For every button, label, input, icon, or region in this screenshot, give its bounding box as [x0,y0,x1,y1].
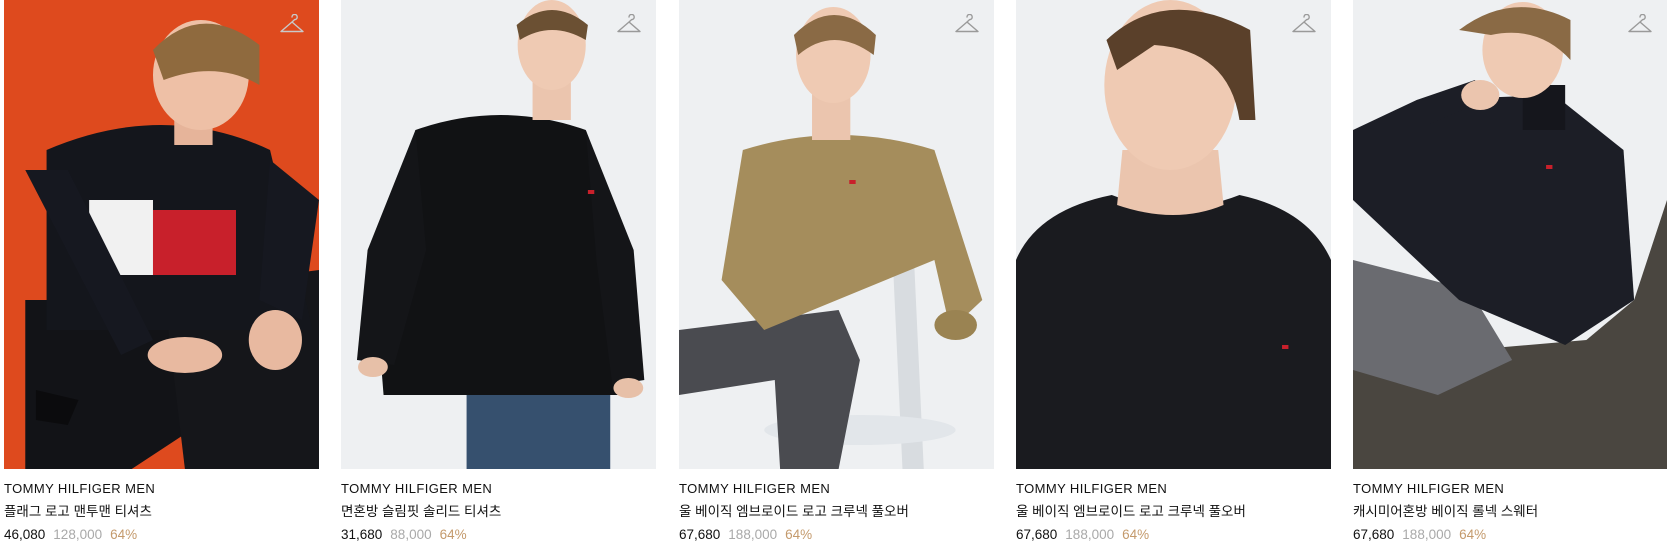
product-brand[interactable]: TOMMY HILFIGER MEN [1353,480,1667,498]
price-row: 46,080 128,000 64% [4,525,319,545]
hanger-icon [1628,14,1652,33]
price-row: 67,680 188,000 64% [1353,525,1667,545]
product-brand[interactable]: TOMMY HILFIGER MEN [1016,480,1331,498]
sale-price: 67,680 [1016,527,1058,542]
product-name[interactable]: 면혼방 슬림핏 솔리드 티셔츠 [341,502,656,522]
product-image[interactable] [1016,0,1331,469]
wishlist-button[interactable] [616,14,642,36]
sale-price: 67,680 [1353,527,1395,542]
original-price: 188,000 [728,527,778,542]
original-price: 188,000 [1065,527,1115,542]
price-row: 67,680 188,000 64% [679,525,994,545]
product-info: TOMMY HILFIGER MEN 울 베이직 엠브로이드 로고 크루넥 풀오… [679,480,994,545]
sale-price: 67,680 [679,527,721,542]
product-brand[interactable]: TOMMY HILFIGER MEN [4,480,319,498]
product-info: TOMMY HILFIGER MEN 플래그 로고 맨투맨 티셔츠 46,080… [4,480,319,545]
hanger-icon [280,14,304,33]
product-brand[interactable]: TOMMY HILFIGER MEN [679,480,994,498]
original-price: 88,000 [390,527,432,542]
product-brand[interactable]: TOMMY HILFIGER MEN [341,480,656,498]
product-info: TOMMY HILFIGER MEN 캐시미어혼방 베이직 롤넥 스웨터 67,… [1353,480,1667,545]
discount-rate: 64% [110,527,138,542]
hanger-icon [617,14,641,33]
product-image[interactable] [341,0,656,469]
product-name[interactable]: 울 베이직 엠브로이드 로고 크루넥 풀오버 [1016,502,1331,522]
discount-rate: 64% [439,527,467,542]
product-name[interactable]: 캐시미어혼방 베이직 롤넥 스웨터 [1353,502,1667,522]
product-info: TOMMY HILFIGER MEN 면혼방 슬림핏 솔리드 티셔츠 31,68… [341,480,656,545]
product-image[interactable] [1353,0,1667,469]
price-row: 67,680 188,000 64% [1016,525,1331,545]
product-card[interactable]: TOMMY HILFIGER MEN 울 베이직 엠브로이드 로고 크루넥 풀오… [679,0,994,553]
product-image[interactable] [4,0,319,469]
sale-price: 31,680 [341,527,383,542]
product-photo-illustration [1016,0,1331,469]
product-card[interactable]: TOMMY HILFIGER MEN 플래그 로고 맨투맨 티셔츠 46,080… [4,0,319,553]
product-name[interactable]: 울 베이직 엠브로이드 로고 크루넥 풀오버 [679,502,994,522]
product-image[interactable] [679,0,994,469]
product-photo-illustration [679,0,994,469]
product-photo-illustration [4,0,319,469]
product-card[interactable]: TOMMY HILFIGER MEN 면혼방 슬림핏 솔리드 티셔츠 31,68… [341,0,656,553]
price-row: 31,680 88,000 64% [341,525,656,545]
wishlist-button[interactable] [1627,14,1653,36]
product-card[interactable]: TOMMY HILFIGER MEN 울 베이직 엠브로이드 로고 크루넥 풀오… [1016,0,1331,553]
wishlist-button[interactable] [279,14,305,36]
product-photo-illustration [1353,0,1667,469]
product-photo-illustration [341,0,656,469]
original-price: 128,000 [53,527,103,542]
discount-rate: 64% [1459,527,1487,542]
hanger-icon [955,14,979,33]
wishlist-button[interactable] [954,14,980,36]
discount-rate: 64% [785,527,813,542]
discount-rate: 64% [1122,527,1150,542]
wishlist-button[interactable] [1291,14,1317,36]
product-info: TOMMY HILFIGER MEN 울 베이직 엠브로이드 로고 크루넥 풀오… [1016,480,1331,545]
product-grid: TOMMY HILFIGER MEN 플래그 로고 맨투맨 티셔츠 46,080… [0,0,1667,553]
hanger-icon [1292,14,1316,33]
sale-price: 46,080 [4,527,46,542]
original-price: 188,000 [1402,527,1452,542]
product-name[interactable]: 플래그 로고 맨투맨 티셔츠 [4,502,319,522]
product-card[interactable]: TOMMY HILFIGER MEN 캐시미어혼방 베이직 롤넥 스웨터 67,… [1353,0,1667,553]
